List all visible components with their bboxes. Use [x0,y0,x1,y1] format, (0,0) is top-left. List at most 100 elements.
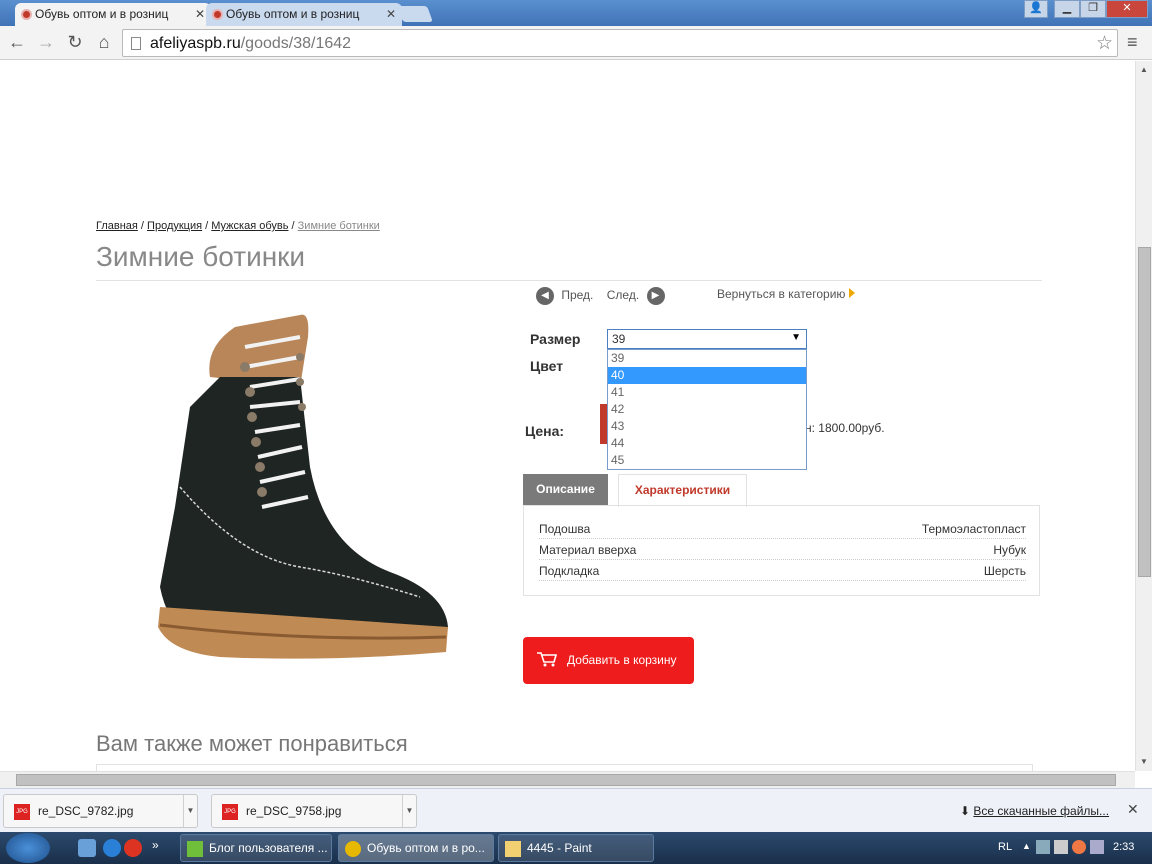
jpg-file-icon: JPG [14,804,30,820]
add-to-cart-label: Добавить в корзину [567,653,677,667]
prev-arrow-icon[interactable]: ◀ [536,287,554,305]
breadcrumb-link[interactable]: Мужская обувь [211,220,288,232]
close-tab-icon[interactable]: ✕ [386,7,396,21]
back-arrow-icon[interactable]: ← [6,32,28,53]
vertical-scrollbar[interactable]: ▲ ▼ [1135,61,1152,771]
breadcrumb-current[interactable]: Зимние ботинки [298,220,380,232]
browser-tab-label: Обувь оптом и в розниц [226,7,360,21]
taskbar-item-label: 4445 - Paint [527,841,592,855]
download-item[interactable]: JPG re_DSC_9782.jpg ▼ [3,794,198,828]
tab-characteristics[interactable]: Характеристики [618,474,747,507]
taskbar-item-label: Блог пользователя ... [209,841,328,855]
size-option[interactable]: 41 [608,384,806,401]
also-like-heading: Вам также может понравиться [96,731,408,756]
ie-icon[interactable] [103,839,121,857]
price-value: н: 1800.00руб. [805,421,885,435]
scroll-up-icon[interactable]: ▲ [1140,65,1148,74]
taskbar-item[interactable]: Обувь оптом и в ро... [338,834,494,862]
monitor-icon[interactable] [1054,840,1068,854]
next-link[interactable]: След. [607,288,639,302]
download-item[interactable]: JPG re_DSC_9758.jpg ▼ [211,794,417,828]
breadcrumb: Главная / Продукция / Мужская обувь / Зи… [96,220,380,232]
arrow-right-icon [849,288,856,298]
clock[interactable]: 2:33 [1113,841,1134,853]
prev-link[interactable]: Пред. [561,288,593,302]
characteristics-panel: Подошва Термоэластопласт Материал вверха… [523,505,1040,596]
browser-tab-1[interactable]: Обувь оптом и в розниц ✕ [15,3,211,26]
back-to-category-link[interactable]: Вернуться в категорию [717,287,856,301]
taskbar-item[interactable]: Блог пользователя ... [180,834,332,862]
browser-tab-2[interactable]: Обувь оптом и в розниц ✕ [206,3,402,26]
tab-strip: Обувь оптом и в розниц ✕ Обувь оптом и в… [0,0,1152,26]
restore-button[interactable]: ❐ [1080,0,1106,18]
spec-row: Подошва Термоэластопласт [539,519,1026,539]
all-downloads-label: Все скачанные файлы... [973,804,1110,818]
alert-icon[interactable] [1072,840,1086,854]
size-select-value: 39 [612,332,626,346]
spec-key: Подошва [539,522,591,536]
product-image[interactable] [150,307,450,662]
size-option[interactable]: 39 [608,350,806,367]
size-option[interactable]: 42 [608,401,806,418]
opera-icon[interactable] [124,839,142,857]
spec-key: Подкладка [539,564,600,578]
favicon-icon [21,9,32,20]
menu-icon[interactable]: ≡ [1127,32,1138,53]
minimize-button[interactable]: ▁ [1054,0,1080,18]
breadcrumb-link[interactable]: Главная [96,220,138,232]
reload-icon[interactable]: ↻ [64,32,86,53]
address-bar[interactable]: afeliyaspb.ru/goods/38/1642 ☆ [122,29,1118,57]
page-title: Зимние ботинки [96,241,306,272]
scrollbar-thumb[interactable] [1138,247,1151,577]
download-filename: re_DSC_9782.jpg [38,804,134,818]
next-arrow-icon[interactable]: ▶ [646,287,665,305]
size-option[interactable]: 43 [608,418,806,435]
window-close-button[interactable]: ✕ [1106,0,1148,18]
cart-icon [537,652,558,667]
volume-icon[interactable] [1090,840,1104,854]
scrollbar-thumb[interactable] [16,774,1116,786]
back-to-category-label: Вернуться в категорию [717,287,846,301]
size-option[interactable]: 44 [608,435,806,452]
start-button[interactable] [6,833,50,863]
breadcrumb-link[interactable]: Продукция [147,220,202,232]
favicon-icon [212,9,223,20]
downloads-bar: JPG re_DSC_9782.jpg ▼ JPG re_DSC_9758.jp… [0,788,1152,832]
horizontal-scrollbar[interactable] [0,771,1135,788]
all-downloads-link[interactable]: ⬇ Все скачанные файлы... [960,804,1109,818]
spec-row: Материал вверха Нубук [539,540,1026,560]
chevron-right-icon[interactable]: » [152,838,159,852]
close-downloads-icon[interactable]: ✕ [1127,801,1139,818]
dropdown-arrow-icon: ▼ [791,332,801,343]
taskbar: » Блог пользователя ... Обувь оптом и в … [0,832,1152,864]
tab-description[interactable]: Описание [523,474,608,505]
download-arrow-icon: ⬇ [960,804,971,818]
tray-expand-icon[interactable]: ▲ [1022,841,1031,851]
home-icon[interactable]: ⌂ [93,32,115,53]
jpg-file-icon: JPG [222,804,238,820]
forward-arrow-icon[interactable]: → [35,32,57,53]
spec-value: Нубук [993,543,1026,557]
explorer-icon[interactable] [78,839,96,857]
browser-tab-label: Обувь оптом и в розниц [35,7,169,21]
scroll-down-icon[interactable]: ▼ [1140,757,1148,766]
size-option-highlighted[interactable]: 40 [608,367,806,384]
close-tab-icon[interactable]: ✕ [195,7,205,21]
profile-icon[interactable]: 👤 [1024,0,1048,18]
chrome-icon [345,841,361,857]
chevron-down-icon[interactable]: ▼ [183,795,197,827]
add-to-cart-button[interactable]: Добавить в корзину [523,637,694,684]
size-select[interactable]: 39 ▼ [607,329,807,349]
color-label: Цвет [530,358,564,374]
size-dropdown-list: 39 40 41 42 43 44 45 [607,349,807,470]
taskbar-item[interactable]: 4445 - Paint [498,834,654,862]
new-tab-button[interactable] [397,6,433,22]
url-text: afeliyaspb.ru/goods/38/1642 [150,35,352,52]
price-label: Цена: [525,423,565,439]
network-icon[interactable] [1036,840,1050,854]
chevron-down-icon[interactable]: ▼ [402,795,416,827]
language-indicator[interactable]: RL [998,841,1012,853]
app-icon [187,841,203,857]
bookmark-star-icon[interactable]: ☆ [1096,32,1113,55]
size-option[interactable]: 45 [608,452,806,469]
